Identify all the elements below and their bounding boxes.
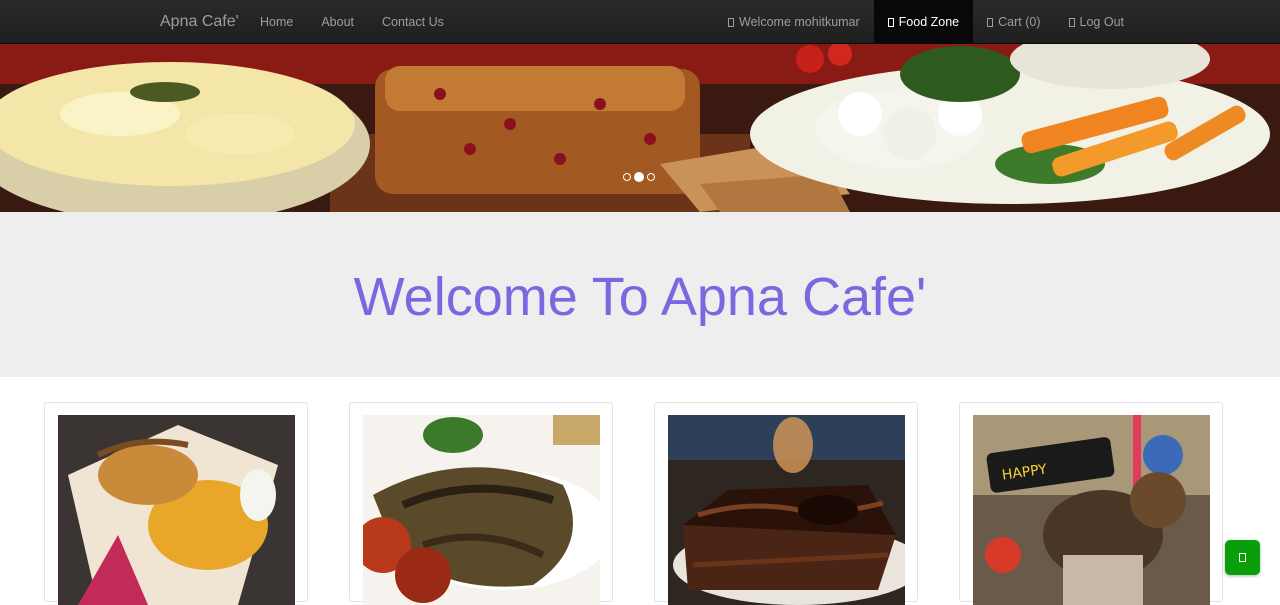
carousel-slide-image: [0, 44, 1280, 212]
nav-cart[interactable]: Cart (0): [973, 0, 1054, 44]
food-card-2[interactable]: [349, 402, 613, 605]
nav-right: Welcome mohitkumar Food Zone Cart (0) Lo…: [714, 0, 1138, 44]
carousel-indicators: [623, 172, 655, 182]
food-image-fish[interactable]: [363, 415, 600, 605]
food-zone-label: Food Zone: [898, 15, 960, 29]
brand-link[interactable]: Apna Cafe': [160, 0, 239, 44]
nav-about[interactable]: About: [307, 0, 368, 44]
phone-icon: [1239, 553, 1246, 562]
cart-icon: [987, 18, 994, 27]
welcome-label: Welcome mohitkumar: [739, 15, 860, 29]
food-card-3[interactable]: [654, 402, 918, 605]
nav-food-zone[interactable]: Food Zone: [873, 0, 974, 44]
user-icon: [728, 18, 735, 27]
floating-contact-button[interactable]: [1225, 540, 1260, 575]
cart-label: Cart (0): [998, 15, 1041, 29]
food-image-wrap[interactable]: [58, 415, 295, 605]
logout-icon: [1068, 18, 1075, 27]
nav-contact[interactable]: Contact Us: [368, 0, 458, 44]
carousel-indicator-2[interactable]: [634, 172, 644, 182]
nav-home[interactable]: Home: [246, 0, 307, 44]
nav-logout[interactable]: Log Out: [1055, 0, 1138, 44]
food-card-1[interactable]: [44, 402, 308, 605]
welcome-jumbotron: Welcome To Apna Cafe': [0, 212, 1280, 377]
hero-carousel[interactable]: [0, 44, 1280, 212]
carousel-indicator-1[interactable]: [623, 173, 631, 181]
nav-welcome-user[interactable]: Welcome mohitkumar: [714, 0, 874, 44]
food-image-milkshake[interactable]: HAPPY: [973, 415, 1210, 605]
carousel-indicator-3[interactable]: [647, 173, 655, 181]
logout-label: Log Out: [1079, 15, 1124, 29]
top-navbar: Apna Cafe' Home About Contact Us Welcome…: [0, 0, 1280, 44]
food-card-4[interactable]: HAPPY: [959, 402, 1223, 605]
food-image-cake[interactable]: [668, 415, 905, 605]
cutlery-icon: [887, 18, 894, 27]
nav-left: Home About Contact Us: [246, 0, 458, 44]
welcome-heading: Welcome To Apna Cafe': [353, 267, 927, 327]
